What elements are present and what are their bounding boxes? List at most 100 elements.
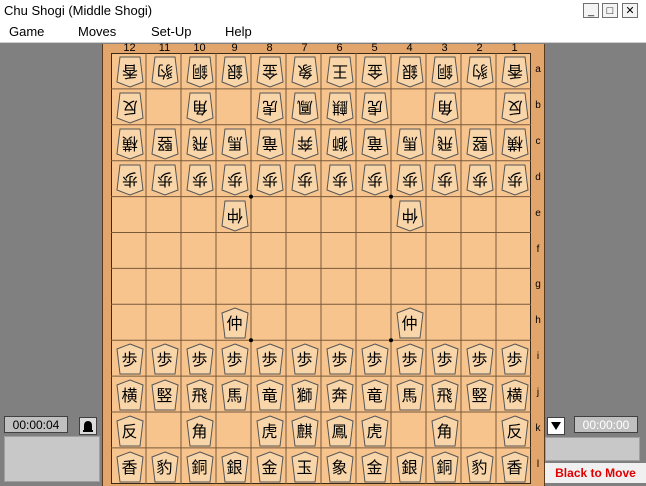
gote-piece[interactable]: 歩	[395, 164, 424, 196]
menu-setup[interactable]: Set-Up	[151, 24, 191, 39]
sente-piece[interactable]: 銀	[220, 451, 249, 483]
gote-piece[interactable]: 虎	[255, 92, 284, 124]
gote-piece[interactable]: 竪	[465, 128, 494, 160]
gote-piece[interactable]: 竪	[150, 128, 179, 160]
sente-piece[interactable]: 鳳	[325, 415, 354, 447]
sente-piece[interactable]: 玉	[290, 451, 319, 483]
sente-piece[interactable]: 歩	[185, 343, 214, 375]
sente-piece[interactable]: 歩	[430, 343, 459, 375]
sente-piece[interactable]: 歩	[150, 343, 179, 375]
gote-piece[interactable]: 仲	[395, 200, 424, 232]
sente-piece[interactable]: 豹	[150, 451, 179, 483]
sente-piece[interactable]: 反	[115, 415, 144, 447]
sente-piece[interactable]: 竜	[255, 379, 284, 411]
gote-piece[interactable]: 飛	[430, 128, 459, 160]
sente-piece[interactable]: 馬	[220, 379, 249, 411]
gote-piece[interactable]: 香	[115, 56, 144, 88]
sente-piece[interactable]: 竜	[360, 379, 389, 411]
sente-piece[interactable]: 歩	[255, 343, 284, 375]
gote-piece[interactable]: 歩	[220, 164, 249, 196]
menu-game[interactable]: Game	[9, 24, 44, 39]
gote-piece[interactable]: 馬	[395, 128, 424, 160]
gote-piece[interactable]: 歩	[465, 164, 494, 196]
sente-piece[interactable]: 金	[255, 451, 284, 483]
gote-piece[interactable]: 横	[500, 128, 529, 160]
sente-piece[interactable]: 仲	[220, 307, 249, 339]
sente-piece[interactable]: 反	[500, 415, 529, 447]
gote-piece[interactable]: 竜	[360, 128, 389, 160]
gote-piece[interactable]: 竜	[255, 128, 284, 160]
down-button[interactable]	[547, 417, 565, 435]
sente-piece[interactable]: 香	[115, 451, 144, 483]
sente-piece[interactable]: 獅	[290, 379, 319, 411]
gote-piece[interactable]: 歩	[500, 164, 529, 196]
sente-piece[interactable]: 歩	[325, 343, 354, 375]
gote-piece[interactable]: 歩	[115, 164, 144, 196]
sente-piece[interactable]: 歩	[465, 343, 494, 375]
gote-piece[interactable]: 角	[430, 92, 459, 124]
sente-piece[interactable]: 麒	[290, 415, 319, 447]
gote-piece[interactable]: 歩	[325, 164, 354, 196]
sente-piece[interactable]: 銀	[395, 451, 424, 483]
gote-piece[interactable]: 金	[255, 56, 284, 88]
sente-piece[interactable]: 香	[500, 451, 529, 483]
sente-piece[interactable]: 歩	[395, 343, 424, 375]
gote-piece[interactable]: 歩	[150, 164, 179, 196]
sente-piece[interactable]: 角	[185, 415, 214, 447]
bell-button[interactable]	[79, 417, 97, 435]
close-button[interactable]: ✕	[622, 3, 638, 18]
gote-piece[interactable]: 象	[290, 56, 319, 88]
sente-piece[interactable]: 豹	[465, 451, 494, 483]
gote-piece[interactable]: 馬	[220, 128, 249, 160]
gote-piece[interactable]: 麒	[325, 92, 354, 124]
minimize-button[interactable]: _	[583, 3, 599, 18]
sente-piece[interactable]: 金	[360, 451, 389, 483]
gote-piece[interactable]: 角	[185, 92, 214, 124]
sente-piece[interactable]: 歩	[115, 343, 144, 375]
sente-piece[interactable]: 横	[115, 379, 144, 411]
sente-piece[interactable]: 歩	[290, 343, 319, 375]
gote-piece[interactable]: 香	[500, 56, 529, 88]
gote-piece[interactable]: 反	[500, 92, 529, 124]
gote-piece[interactable]: 飛	[185, 128, 214, 160]
gote-piece[interactable]: 銀	[395, 56, 424, 88]
gote-piece[interactable]: 銅	[430, 56, 459, 88]
sente-piece[interactable]: 飛	[430, 379, 459, 411]
sente-piece[interactable]: 馬	[395, 379, 424, 411]
sente-piece[interactable]: 歩	[360, 343, 389, 375]
sente-piece[interactable]: 虎	[360, 415, 389, 447]
gote-piece[interactable]: 反	[115, 92, 144, 124]
sente-piece[interactable]: 仲	[395, 307, 424, 339]
sente-piece[interactable]: 竪	[465, 379, 494, 411]
gote-piece[interactable]: 仲	[220, 200, 249, 232]
sente-piece[interactable]: 銅	[185, 451, 214, 483]
sente-piece[interactable]: 竪	[150, 379, 179, 411]
menu-moves[interactable]: Moves	[78, 24, 116, 39]
gote-piece[interactable]: 鳳	[290, 92, 319, 124]
sente-piece[interactable]: 象	[325, 451, 354, 483]
gote-piece[interactable]: 金	[360, 56, 389, 88]
gote-piece[interactable]: 横	[115, 128, 144, 160]
sente-piece[interactable]: 歩	[500, 343, 529, 375]
sente-piece[interactable]: 角	[430, 415, 459, 447]
shogi-board[interactable]: 香豹銅銀金象王金銀銅豹香反角虎鳳麒虎角反横竪飛馬竜奔獅竜馬飛竪横歩歩歩歩歩歩歩歩…	[111, 53, 531, 484]
gote-piece[interactable]: 獅	[325, 128, 354, 160]
sente-piece[interactable]: 飛	[185, 379, 214, 411]
gote-piece[interactable]: 豹	[465, 56, 494, 88]
gote-piece[interactable]: 豹	[150, 56, 179, 88]
gote-piece[interactable]: 歩	[360, 164, 389, 196]
sente-piece[interactable]: 奔	[325, 379, 354, 411]
gote-piece[interactable]: 歩	[430, 164, 459, 196]
gote-piece[interactable]: 歩	[255, 164, 284, 196]
sente-piece[interactable]: 銅	[430, 451, 459, 483]
gote-piece[interactable]: 奔	[290, 128, 319, 160]
maximize-button[interactable]: □	[602, 3, 618, 18]
sente-piece[interactable]: 横	[500, 379, 529, 411]
menu-help[interactable]: Help	[225, 24, 252, 39]
gote-piece[interactable]: 虎	[360, 92, 389, 124]
gote-piece[interactable]: 歩	[185, 164, 214, 196]
gote-piece[interactable]: 銀	[220, 56, 249, 88]
sente-piece[interactable]: 虎	[255, 415, 284, 447]
gote-piece[interactable]: 王	[325, 56, 354, 88]
sente-piece[interactable]: 歩	[220, 343, 249, 375]
